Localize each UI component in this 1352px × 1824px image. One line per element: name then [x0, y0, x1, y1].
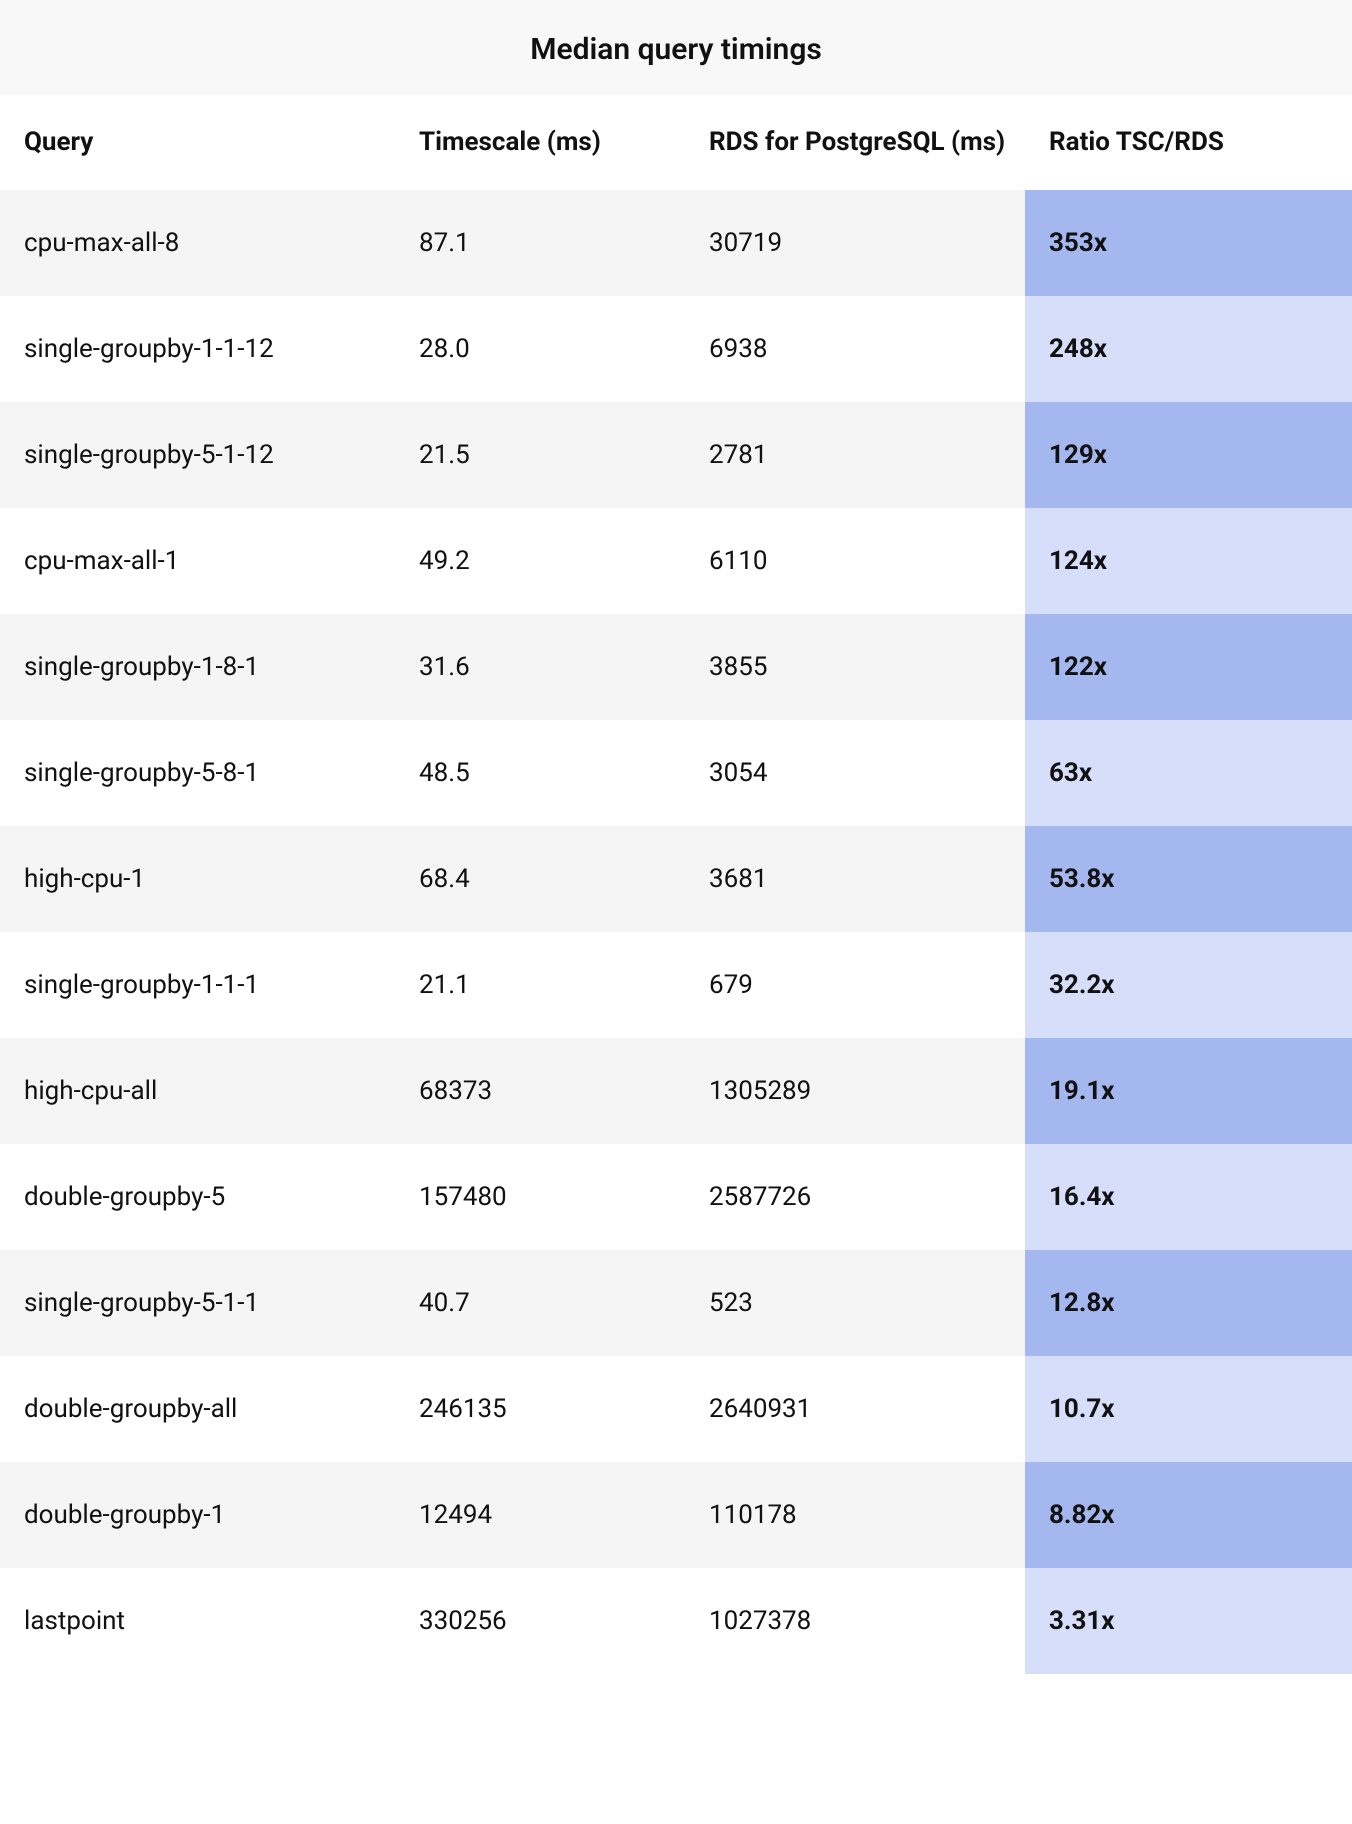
table-row: lastpoint33025610273783.31x [0, 1568, 1352, 1674]
cell-rds-ms: 523 [685, 1250, 1025, 1356]
cell-ratio: 129x [1025, 402, 1352, 508]
table-row: single-groupby-5-1-1221.52781129x [0, 402, 1352, 508]
cell-ratio: 12.8x [1025, 1250, 1352, 1356]
table-row: high-cpu-168.4368153.8x [0, 826, 1352, 932]
table-row: cpu-max-all-149.26110124x [0, 508, 1352, 614]
cell-rds-ms: 6110 [685, 508, 1025, 614]
cell-rds-ms: 2640931 [685, 1356, 1025, 1462]
cell-query: high-cpu-1 [0, 826, 395, 932]
cell-timescale-ms: 31.6 [395, 614, 685, 720]
cell-timescale-ms: 49.2 [395, 508, 685, 614]
table-row: single-groupby-1-1-1228.06938248x [0, 296, 1352, 402]
cell-query: single-groupby-5-8-1 [0, 720, 395, 826]
table-row: double-groupby-5157480258772616.4x [0, 1144, 1352, 1250]
cell-rds-ms: 1027378 [685, 1568, 1025, 1674]
cell-ratio: 32.2x [1025, 932, 1352, 1038]
table-row: single-groupby-5-1-140.752312.8x [0, 1250, 1352, 1356]
cell-rds-ms: 3681 [685, 826, 1025, 932]
cell-query: single-groupby-5-1-1 [0, 1250, 395, 1356]
table-row: single-groupby-5-8-148.5305463x [0, 720, 1352, 826]
col-header-ratio: Ratio TSC/RDS [1025, 125, 1352, 160]
cell-rds-ms: 1305289 [685, 1038, 1025, 1144]
cell-timescale-ms: 87.1 [395, 190, 685, 296]
cell-query: lastpoint [0, 1568, 395, 1674]
cell-query: double-groupby-1 [0, 1462, 395, 1568]
cell-query: high-cpu-all [0, 1038, 395, 1144]
cell-timescale-ms: 330256 [395, 1568, 685, 1674]
cell-rds-ms: 3855 [685, 614, 1025, 720]
cell-ratio: 53.8x [1025, 826, 1352, 932]
cell-ratio: 3.31x [1025, 1568, 1352, 1674]
cell-rds-ms: 2781 [685, 402, 1025, 508]
cell-query: cpu-max-all-1 [0, 508, 395, 614]
cell-rds-ms: 679 [685, 932, 1025, 1038]
cell-query: double-groupby-5 [0, 1144, 395, 1250]
table-row: single-groupby-1-8-131.63855122x [0, 614, 1352, 720]
cell-ratio: 8.82x [1025, 1462, 1352, 1568]
cell-rds-ms: 3054 [685, 720, 1025, 826]
cell-ratio: 124x [1025, 508, 1352, 614]
cell-rds-ms: 30719 [685, 190, 1025, 296]
cell-query: double-groupby-all [0, 1356, 395, 1462]
cell-query: single-groupby-1-1-12 [0, 296, 395, 402]
cell-query: single-groupby-1-8-1 [0, 614, 395, 720]
cell-ratio: 10.7x [1025, 1356, 1352, 1462]
cell-timescale-ms: 12494 [395, 1462, 685, 1568]
cell-timescale-ms: 28.0 [395, 296, 685, 402]
cell-query: single-groupby-5-1-12 [0, 402, 395, 508]
cell-rds-ms: 110178 [685, 1462, 1025, 1568]
table-row: cpu-max-all-887.130719353x [0, 190, 1352, 296]
cell-timescale-ms: 157480 [395, 1144, 685, 1250]
col-header-query: Query [0, 125, 395, 160]
cell-query: single-groupby-1-1-1 [0, 932, 395, 1038]
cell-timescale-ms: 21.1 [395, 932, 685, 1038]
cell-timescale-ms: 246135 [395, 1356, 685, 1462]
cell-timescale-ms: 48.5 [395, 720, 685, 826]
cell-query: cpu-max-all-8 [0, 190, 395, 296]
cell-ratio: 19.1x [1025, 1038, 1352, 1144]
col-header-rds: RDS for PostgreSQL (ms) [685, 125, 1025, 160]
cell-ratio: 63x [1025, 720, 1352, 826]
cell-rds-ms: 2587726 [685, 1144, 1025, 1250]
table-row: single-groupby-1-1-121.167932.2x [0, 932, 1352, 1038]
cell-timescale-ms: 68373 [395, 1038, 685, 1144]
cell-rds-ms: 6938 [685, 296, 1025, 402]
table-row: high-cpu-all68373130528919.1x [0, 1038, 1352, 1144]
cell-timescale-ms: 21.5 [395, 402, 685, 508]
cell-timescale-ms: 40.7 [395, 1250, 685, 1356]
cell-ratio: 248x [1025, 296, 1352, 402]
table-header: Query Timescale (ms) RDS for PostgreSQL … [0, 95, 1352, 190]
table-row: double-groupby-all246135264093110.7x [0, 1356, 1352, 1462]
table-row: double-groupby-1124941101788.82x [0, 1462, 1352, 1568]
cell-ratio: 353x [1025, 190, 1352, 296]
page-title: Median query timings [0, 0, 1352, 95]
table-body: cpu-max-all-887.130719353xsingle-groupby… [0, 190, 1352, 1674]
cell-ratio: 16.4x [1025, 1144, 1352, 1250]
cell-ratio: 122x [1025, 614, 1352, 720]
cell-timescale-ms: 68.4 [395, 826, 685, 932]
col-header-timescale: Timescale (ms) [395, 125, 685, 160]
timings-table: Median query timings Query Timescale (ms… [0, 0, 1352, 1674]
